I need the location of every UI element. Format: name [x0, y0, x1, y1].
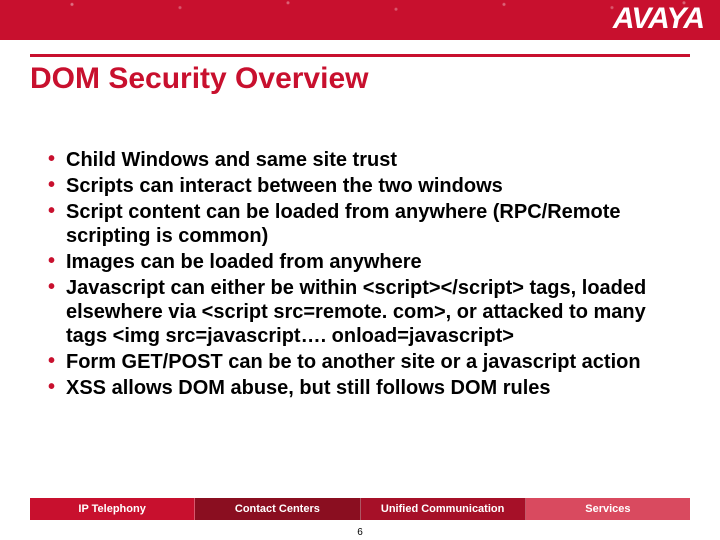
bullet-item: Scripts can interact between the two win…	[48, 174, 680, 198]
slide-number: 6	[0, 527, 720, 538]
footer-segment-label: IP Telephony	[78, 503, 145, 515]
bullet-item: XSS allows DOM abuse, but still follows …	[48, 376, 680, 400]
bullet-list: Child Windows and same site trust Script…	[48, 148, 680, 402]
footer-segment-label: Contact Centers	[235, 503, 320, 515]
bullet-item: Child Windows and same site trust	[48, 148, 680, 172]
footer-segment: IP Telephony	[30, 498, 195, 520]
bullet-item: Images can be loaded from anywhere	[48, 250, 680, 274]
slide: AVAYA DOM Security Overview Child Window…	[0, 0, 720, 540]
footer-segment: Unified Communication	[361, 498, 526, 520]
bullet-item: Javascript can either be within <script>…	[48, 276, 680, 348]
footer-strip: IP Telephony Contact Centers Unified Com…	[30, 498, 690, 520]
brand-logo: AVAYA	[613, 4, 704, 34]
header-underline	[30, 54, 690, 57]
bullet-item: Script content can be loaded from anywhe…	[48, 200, 680, 248]
top-banner: AVAYA	[0, 0, 720, 40]
brand-logo-text: AVAYA	[613, 4, 704, 34]
footer-segment: Contact Centers	[195, 498, 360, 520]
page-title: DOM Security Overview	[30, 62, 690, 96]
footer-segment-label: Services	[585, 503, 630, 515]
footer-segment: Services	[526, 498, 690, 520]
bullet-item: Form GET/POST can be to another site or …	[48, 350, 680, 374]
footer-segment-label: Unified Communication	[381, 503, 504, 515]
